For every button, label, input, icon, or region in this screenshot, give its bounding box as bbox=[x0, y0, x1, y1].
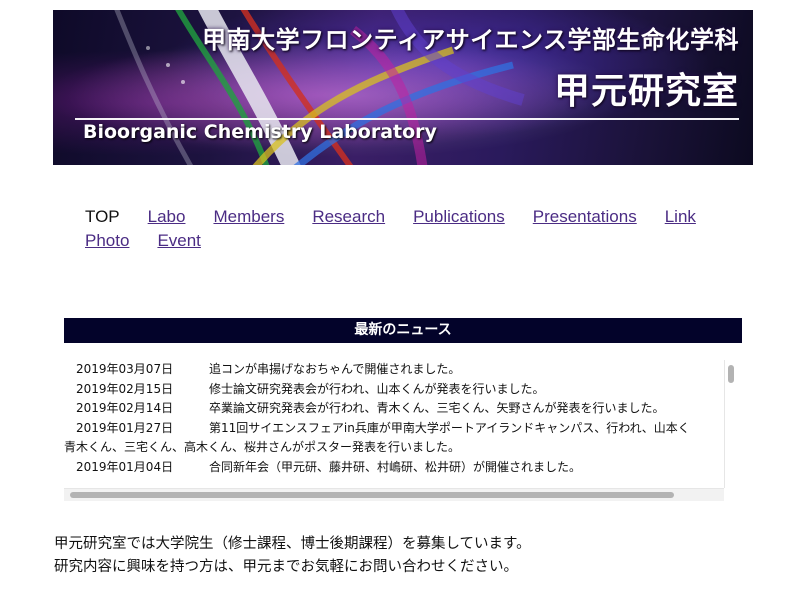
news-text: 卒業論文研究発表会が行われ、青木くん、三宅くん、矢野さんが発表を行いました。 bbox=[209, 401, 665, 415]
news-horizontal-scrollbar[interactable] bbox=[64, 488, 724, 501]
news-item: 2019年02月14日 卒業論文研究発表会が行われ、青木くん、三宅くん、矢野さんが… bbox=[64, 399, 724, 419]
nav-link-labo[interactable]: Labo bbox=[148, 205, 186, 229]
news-item-continuation: 青木くん、三宅くん、高木くん、桜井さんがポスター発表を行いました。 bbox=[64, 438, 724, 458]
nav-row-1: TOP Labo Members Research Publications Presen… bbox=[85, 205, 775, 229]
news-vertical-scrollbar[interactable] bbox=[724, 360, 737, 488]
news-list: 2019年03月07日 追コンが串揚げなおちゃんで開催されました。 2019年02… bbox=[64, 360, 724, 488]
news-scroll-box[interactable]: 2019年03月07日 追コンが串揚げなおちゃんで開催されました。 2019年02… bbox=[64, 360, 742, 501]
nav-link-publications[interactable]: Publications bbox=[413, 205, 505, 229]
nav-row-2: Photo Event bbox=[85, 229, 775, 253]
nav-link-research[interactable]: Research bbox=[312, 205, 385, 229]
main-navigation: TOP Labo Members Research Publications Presen… bbox=[85, 205, 775, 253]
news-text: 第11回サイエンスフェアin兵庫が甲南大学ポートアイランドキャンパス、行われ、山… bbox=[209, 420, 690, 435]
recruitment-notice: 甲元研究室では大学院生（修士課程、博士後期課程）を募集しています。 研究内容に興… bbox=[54, 533, 531, 579]
news-date: 2019年02月14日 bbox=[76, 401, 174, 415]
recruitment-line-1: 甲元研究室では大学院生（修士課程、博士後期課程）を募集しています。 bbox=[54, 536, 531, 552]
news-text: 追コンが串揚げなおちゃんで開催されました。 bbox=[209, 362, 461, 376]
news-item: 2019年02月15日 修士論文研究発表会が行われ、山本くんが発表を行いました。 bbox=[64, 380, 724, 400]
vertical-scroll-thumb[interactable] bbox=[728, 365, 734, 383]
news-date: 2019年03月07日 bbox=[76, 362, 174, 376]
faculty-title: 甲南大学フロンティアサイエンス学部生命化学科 bbox=[202, 26, 739, 54]
news-item: 2019年01月04日 合同新年会（甲元研、藤井研、村嶋研、松井研）が開催されまし… bbox=[64, 458, 724, 478]
news-item: 2019年01月27日 第11回サイエンスフェアin兵庫が甲南大学ポートアイランド… bbox=[64, 419, 724, 439]
lab-name-jp: 甲元研究室 bbox=[553, 71, 739, 112]
nav-link-photo[interactable]: Photo bbox=[85, 229, 129, 253]
news-date: 2019年02月15日 bbox=[76, 381, 174, 396]
nav-link-event[interactable]: Event bbox=[157, 229, 200, 253]
nav-link-link[interactable]: Link bbox=[665, 205, 696, 229]
news-date: 2019年01月04日 bbox=[76, 459, 174, 474]
nav-link-presentations[interactable]: Presentations bbox=[533, 205, 637, 229]
news-header: 最新のニュース bbox=[64, 318, 742, 343]
banner-divider bbox=[75, 118, 739, 120]
recruitment-line-2: 研究内容に興味を持つ方は、甲元までお気軽にお問い合わせください。 bbox=[54, 559, 518, 575]
lab-name-en: Bioorganic Chemistry Laboratory bbox=[83, 121, 437, 143]
news-text: 合同新年会（甲元研、藤井研、村嶋研、松井研）が開催されました。 bbox=[209, 459, 582, 474]
news-item: 2019年03月07日 追コンが串揚げなおちゃんで開催されました。 bbox=[64, 360, 724, 380]
page: 甲南大学フロンティアサイエンス学部生命化学科 甲元研究室 Bioorganic … bbox=[0, 0, 806, 609]
horizontal-scroll-thumb[interactable] bbox=[70, 492, 674, 498]
nav-link-members[interactable]: Members bbox=[213, 205, 284, 229]
header-banner: 甲南大学フロンティアサイエンス学部生命化学科 甲元研究室 Bioorganic … bbox=[53, 10, 753, 165]
news-text: 修士論文研究発表会が行われ、山本くんが発表を行いました。 bbox=[209, 381, 545, 396]
nav-item-top[interactable]: TOP bbox=[85, 205, 120, 229]
news-date: 2019年01月27日 bbox=[76, 420, 174, 435]
news-text-continuation: 青木くん、三宅くん、高木くん、桜井さんがポスター発表を行いました。 bbox=[64, 440, 461, 454]
